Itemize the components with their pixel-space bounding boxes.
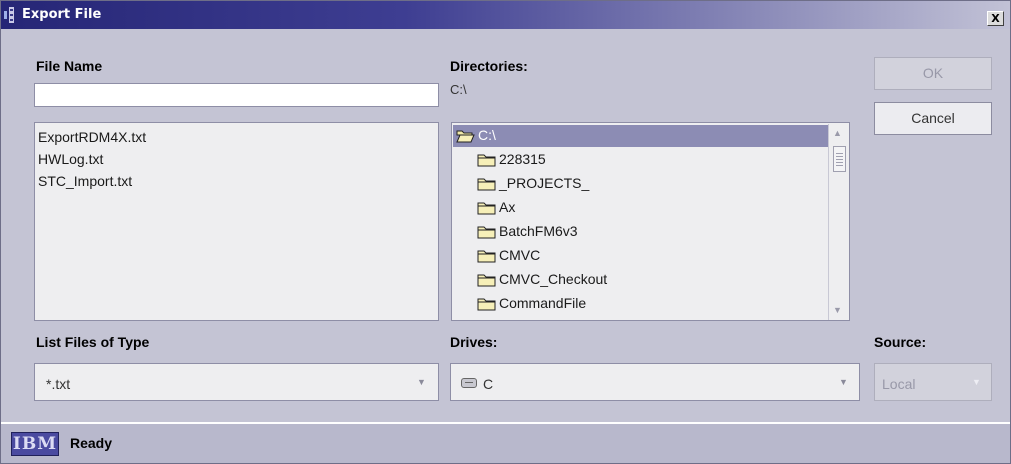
chevron-down-icon: ▼ (839, 377, 848, 387)
cancel-button[interactable]: Cancel (874, 102, 992, 135)
directory-item-label: C:\ (478, 127, 496, 143)
source-value: Local (882, 376, 916, 392)
hard-drive-icon (461, 378, 477, 388)
directory-tree[interactable]: C:\ 228315 _PROJECTS_ Ax BatchFM6v3 CMVC… (451, 122, 850, 321)
file-list-item[interactable]: ExportRDM4X.txt (38, 129, 146, 145)
scrollbar-thumb[interactable] (833, 146, 846, 172)
open-folder-icon (456, 130, 475, 143)
folder-icon (477, 250, 496, 263)
list-files-of-type-label: List Files of Type (36, 334, 150, 350)
scroll-down-icon[interactable]: ▼ (833, 305, 842, 315)
export-file-dialog: Export File X File Name ExportRDM4X.txt … (0, 0, 1011, 464)
status-bar: IBM Ready (1, 422, 1010, 463)
file-name-label: File Name (36, 58, 103, 74)
folder-icon (477, 274, 496, 287)
app-icon (4, 7, 14, 23)
directory-item-label: CMVC (499, 247, 541, 263)
ibm-logo: IBM (11, 432, 59, 456)
drives-select[interactable]: C ▼ (450, 363, 860, 401)
folder-icon (477, 178, 496, 191)
title-bar[interactable]: Export File X (1, 1, 1010, 29)
source-select[interactable]: Local ▼ (874, 363, 992, 401)
folder-icon (477, 226, 496, 239)
folder-icon (477, 298, 496, 311)
directory-item[interactable]: 228315 (453, 149, 828, 171)
drives-label: Drives: (450, 334, 498, 350)
file-list-item[interactable]: STC_Import.txt (38, 173, 132, 189)
status-text: Ready (70, 435, 113, 451)
directory-item[interactable]: CMVC (453, 245, 828, 267)
directory-item-label: Ax (499, 199, 516, 215)
close-button[interactable]: X (987, 11, 1004, 26)
chevron-down-icon: ▼ (417, 377, 426, 387)
chevron-down-icon: ▼ (972, 377, 981, 387)
scroll-up-icon[interactable]: ▲ (833, 128, 842, 138)
directories-label: Directories: (450, 58, 528, 74)
directory-item-label: _PROJECTS_ (499, 175, 590, 191)
source-label: Source: (874, 334, 927, 350)
directory-item-label: CommandFile (499, 295, 587, 311)
drives-value: C (483, 376, 494, 392)
directory-item[interactable]: BatchFM6v3 (453, 221, 828, 243)
directory-scrollbar[interactable]: ▲ ▼ (828, 124, 849, 320)
directory-item-root[interactable]: C:\ (453, 125, 828, 147)
directory-item[interactable]: Ax (453, 197, 828, 219)
directory-item-label: 228315 (499, 151, 546, 167)
file-list[interactable]: ExportRDM4X.txt HWLog.txt STC_Import.txt (34, 122, 439, 321)
window-title: Export File (22, 7, 102, 22)
ok-button[interactable]: OK (874, 57, 992, 90)
file-type-select[interactable]: *.txt ▼ (34, 363, 439, 401)
directory-item-label: CMVC_Checkout (499, 271, 608, 287)
directory-item[interactable]: _PROJECTS_ (453, 173, 828, 195)
directory-item[interactable]: CommandFile (453, 293, 828, 315)
file-type-value: *.txt (46, 376, 71, 392)
folder-icon (477, 202, 496, 215)
file-list-item[interactable]: HWLog.txt (38, 151, 103, 167)
file-name-input[interactable] (34, 83, 439, 107)
directory-item-label: BatchFM6v3 (499, 223, 578, 239)
directory-item[interactable]: CMVC_Checkout (453, 269, 828, 291)
folder-icon (477, 154, 496, 167)
current-directory-path: C:\ (450, 82, 467, 97)
